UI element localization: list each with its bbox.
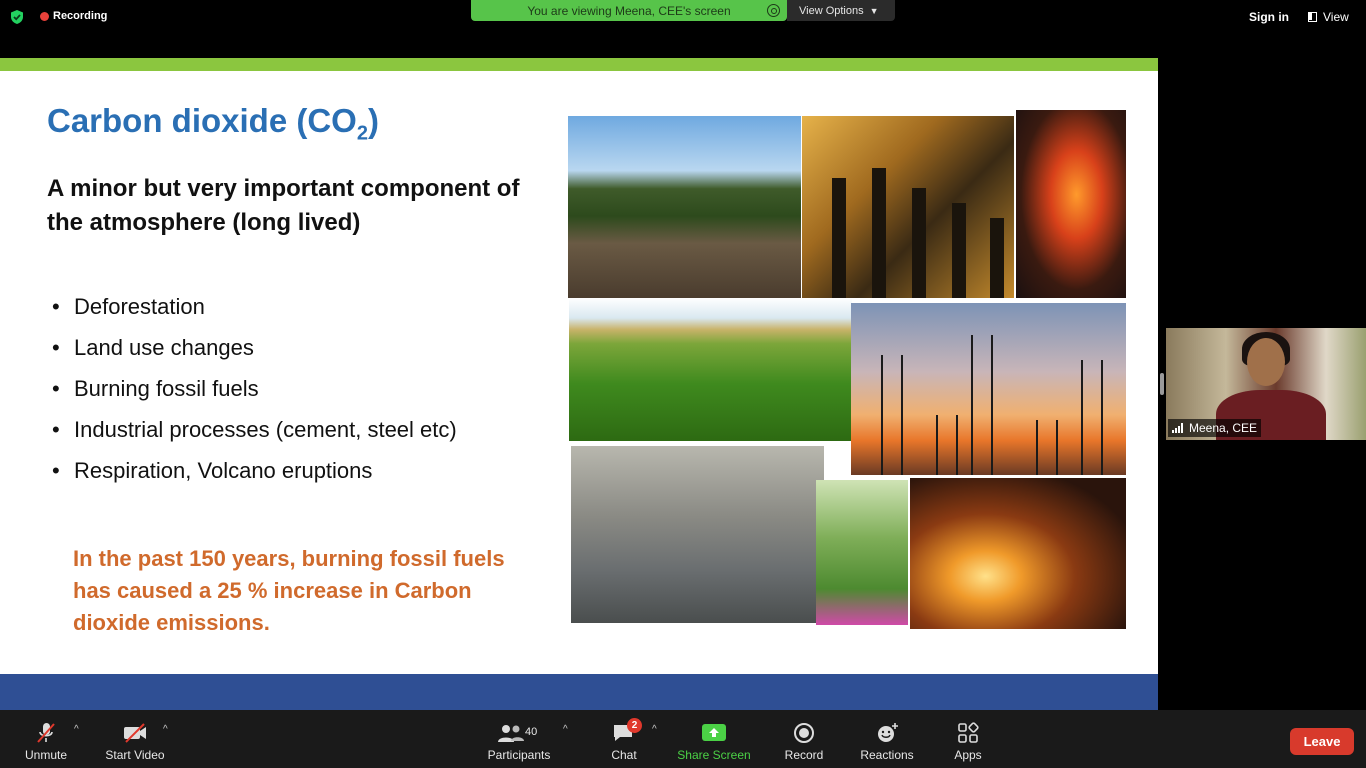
viewing-screen-banner: You are viewing Meena, CEE's screen — [471, 0, 787, 21]
slide-callout: In the past 150 years, burning fossil fu… — [73, 546, 505, 635]
pylon — [1081, 360, 1103, 475]
view-options-label: View Options — [799, 4, 864, 17]
chimney — [872, 168, 886, 298]
chat-label: Chat — [611, 748, 637, 762]
steel-mill-photo — [910, 478, 1126, 629]
viewing-banner-text: You are viewing Meena, CEE's screen — [527, 3, 731, 18]
shared-slide: Carbon dioxide (CO2) A minor but very im… — [0, 58, 1158, 710]
view-button[interactable]: View — [1308, 10, 1349, 24]
chat-caret-icon[interactable]: ^ — [652, 724, 657, 735]
apps-grid-icon — [958, 722, 979, 743]
participants-label: Participants — [487, 748, 551, 762]
traffic-photo — [571, 446, 824, 623]
bullet-item: Burning fossil fuels — [52, 376, 457, 417]
chimney — [832, 178, 846, 298]
participants-count: 40 — [525, 726, 538, 738]
pylon — [971, 335, 993, 475]
participant-face — [1247, 338, 1285, 386]
share-screen-label: Share Screen — [677, 748, 751, 762]
recording-label: Recording — [53, 10, 108, 22]
chat-icon: 2 — [611, 718, 642, 744]
deforestation-photo — [568, 116, 801, 298]
slide-title-subscript: 2 — [356, 122, 368, 145]
meeting-toolbar: Unmute ^ Start Video ^ 40 Participants ^ — [0, 710, 1366, 768]
start-video-button[interactable]: Start Video — [102, 710, 168, 768]
focus-icon[interactable] — [767, 4, 780, 17]
slide-subtitle: A minor but very important component of … — [47, 175, 520, 236]
muted-mic-icon — [37, 723, 55, 743]
smiley-plus-icon — [878, 723, 898, 742]
participant-name: Meena, CEE — [1189, 421, 1258, 435]
bullet-list: Deforestation Land use changes Burning f… — [52, 294, 457, 499]
chimney — [990, 218, 1004, 298]
video-options-caret-icon[interactable]: ^ — [163, 724, 168, 735]
share-screen-icon — [702, 724, 726, 741]
leave-button[interactable]: Leave — [1290, 728, 1354, 755]
smokestack-photo — [802, 116, 1014, 298]
power-lines-photo — [851, 303, 1126, 475]
bullet-item: Deforestation — [52, 294, 457, 335]
unmute-label: Unmute — [24, 748, 68, 762]
participants-button[interactable]: 40 Participants — [484, 710, 554, 768]
slide-bottom-stripe — [0, 674, 1158, 710]
reactions-button[interactable]: Reactions — [856, 710, 918, 768]
participant-video-tile[interactable]: Meena, CEE — [1166, 328, 1366, 440]
chimney — [952, 203, 966, 298]
meeting-top-bar: Recording You are viewing Meena, CEE's s… — [0, 0, 1366, 58]
view-options-button[interactable]: View Options ▼ — [787, 0, 895, 21]
chevron-down-icon: ▼ — [869, 5, 879, 16]
slide-title: Carbon dioxide (CO2) — [47, 102, 379, 145]
view-layout-icon — [1308, 12, 1317, 22]
butterfly-photo — [816, 480, 908, 625]
participants-caret-icon[interactable]: ^ — [563, 724, 568, 735]
farm-field-photo — [569, 298, 852, 441]
record-button[interactable]: Record — [778, 710, 830, 768]
apps-button[interactable]: Apps — [950, 710, 986, 768]
participants-icon: 40 — [497, 722, 541, 744]
recording-indicator[interactable]: Recording — [40, 10, 107, 22]
security-shield-icon[interactable] — [9, 9, 25, 25]
share-screen-button[interactable]: Share Screen — [674, 710, 754, 768]
chat-unread-badge: 2 — [627, 718, 642, 733]
bullet-item: Respiration, Volcano eruptions — [52, 458, 457, 499]
bullet-item: Industrial processes (cement, steel etc) — [52, 417, 457, 458]
audio-options-caret-icon[interactable]: ^ — [74, 724, 79, 735]
reactions-label: Reactions — [860, 748, 914, 762]
view-label: View — [1323, 10, 1349, 24]
volcano-photo — [1016, 110, 1126, 298]
chimney — [912, 188, 926, 298]
pylon — [1036, 420, 1058, 475]
recording-dot-icon — [40, 11, 49, 21]
unmute-button[interactable]: Unmute — [22, 710, 70, 768]
panel-resize-handle[interactable] — [1160, 373, 1164, 395]
record-icon — [794, 723, 814, 743]
participant-name-tag: Meena, CEE — [1168, 419, 1262, 437]
bullet-item: Land use changes — [52, 335, 457, 376]
pylon — [936, 415, 958, 475]
slide-top-stripe — [0, 58, 1158, 71]
video-off-icon — [124, 723, 146, 743]
record-label: Record — [784, 748, 824, 762]
start-video-label: Start Video — [105, 748, 165, 762]
sign-in-button[interactable]: Sign in — [1249, 10, 1289, 24]
pylon — [881, 355, 903, 475]
chat-button[interactable]: 2 Chat — [604, 710, 644, 768]
apps-label: Apps — [954, 748, 982, 762]
signal-strength-icon — [1172, 423, 1184, 433]
